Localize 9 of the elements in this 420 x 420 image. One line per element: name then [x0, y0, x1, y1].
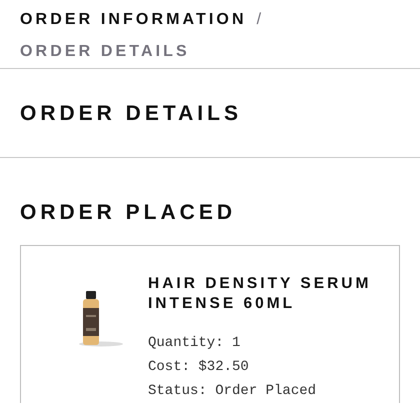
- order-detail: Quantity: 1: [148, 334, 242, 353]
- breadcrumb-separator: /: [256, 10, 262, 30]
- breadcrumb-current: ORDER DETAILS: [20, 42, 190, 62]
- breadcrumb-link[interactable]: ORDER INFORMATION: [20, 6, 247, 34]
- page-title: ORDER DETAILS: [20, 102, 242, 124]
- order-detail: Cost: $32.50: [148, 358, 250, 377]
- section-title: ORDER PLACED: [20, 202, 238, 223]
- product-name: HAIR DENSITY SERUM INTENSE 60ML: [148, 274, 372, 313]
- order-detail: Status: Order Placed: [148, 382, 318, 401]
